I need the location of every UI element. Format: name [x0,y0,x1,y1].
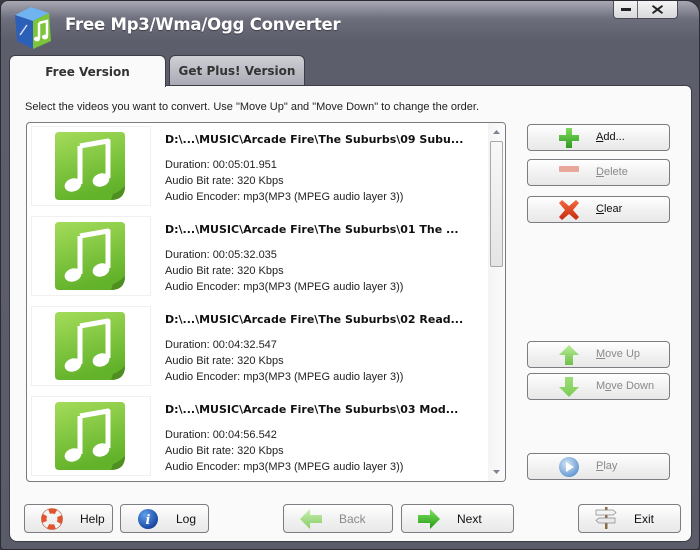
clear-label: Clear [596,203,623,215]
tab-get-plus-version[interactable]: Get Plus! Version [169,55,305,86]
x-icon [556,199,582,221]
move-up-label: Move Up [596,348,641,360]
minimize-icon [620,7,631,11]
clear-button[interactable]: Clear [527,196,670,223]
file-bitrate: Audio Bit rate: 320 Kbps [165,265,284,277]
app-logo-icon [9,5,59,51]
minimize-button[interactable] [614,1,637,18]
scroll-up-button[interactable] [488,124,505,140]
tab-label: Get Plus! Version [178,63,296,78]
play-label: Play [596,460,618,472]
arrow-left-icon [298,508,324,530]
back-label: Back [339,512,366,526]
window-controls [613,1,678,19]
back-button[interactable]: Back [283,504,393,533]
file-encoder: Audio Encoder: mp3(MP3 (MPEG audio layer… [165,371,404,383]
file-duration: Duration: 00:05:32.035 [165,249,277,261]
tab-label: Free Version [45,64,130,79]
scrollbar-thumb[interactable] [490,141,503,267]
add-button[interactable]: Add... [527,124,670,151]
file-bitrate: Audio Bit rate: 320 Kbps [165,175,284,187]
music-note-icon [31,216,151,296]
close-button[interactable] [637,1,677,18]
chevron-down-icon [493,470,500,474]
log-label: Log [176,512,197,526]
exit-label: Exit [634,512,655,526]
list-item[interactable]: D:\...\MUSIC\Arcade Fire\The Suburbs\09 … [27,123,487,213]
delete-button[interactable]: Delete [527,159,670,186]
music-note-icon [31,396,151,476]
next-button[interactable]: Next [401,504,514,533]
add-label: Add... [596,131,625,143]
file-encoder: Audio Encoder: mp3(MP3 (MPEG audio layer… [165,281,404,293]
log-button[interactable]: i Log [120,504,209,533]
minus-icon [556,158,582,180]
move-down-label: Move Down [596,380,655,392]
info-icon: i [135,508,161,530]
music-note-icon [31,306,151,386]
file-path: D:\...\MUSIC\Arcade Fire\The Suburbs\02 … [165,313,464,326]
arrow-down-icon [556,376,582,398]
move-down-button[interactable]: Move Down [527,373,670,400]
list-item[interactable]: D:\...\MUSIC\Arcade Fire\The Suburbs\02 … [27,303,487,393]
scroll-down-button[interactable] [488,464,505,480]
help-label: Help [80,512,105,526]
vertical-scrollbar[interactable] [488,123,505,481]
window-title: Free Mp3/Wma/Ogg Converter [65,15,341,34]
file-path: D:\...\MUSIC\Arcade Fire\The Suburbs\01 … [165,223,459,236]
file-encoder: Audio Encoder: mp3(MP3 (MPEG audio layer… [165,191,404,203]
file-bitrate: Audio Bit rate: 320 Kbps [165,355,284,367]
list-item[interactable]: D:\...\MUSIC\Arcade Fire\The Suburbs\03 … [27,393,487,481]
signpost-icon [593,507,619,529]
chevron-up-icon [493,130,500,134]
next-label: Next [457,512,482,526]
file-duration: Duration: 00:04:56.542 [165,429,277,441]
main-panel: Select the videos you want to convert. U… [9,85,692,542]
file-duration: Duration: 00:04:32.547 [165,339,277,351]
arrow-up-icon [556,344,582,366]
move-up-button[interactable]: Move Up [527,341,670,368]
file-path: D:\...\MUSIC\Arcade Fire\The Suburbs\03 … [165,403,459,416]
plus-icon [556,127,582,149]
lifebuoy-icon [39,508,65,530]
file-bitrate: Audio Bit rate: 320 Kbps [165,445,284,457]
play-icon [556,456,582,478]
music-note-icon [31,126,151,206]
delete-label: Delete [596,166,628,178]
svg-text:i: i [146,513,151,528]
file-encoder: Audio Encoder: mp3(MP3 (MPEG audio layer… [165,461,404,473]
file-path: D:\...\MUSIC\Arcade Fire\The Suburbs\09 … [165,133,464,146]
list-item[interactable]: D:\...\MUSIC\Arcade Fire\The Suburbs\01 … [27,213,487,303]
file-duration: Duration: 00:05:01.951 [165,159,277,171]
file-list[interactable]: D:\...\MUSIC\Arcade Fire\The Suburbs\09 … [26,122,506,482]
arrow-right-icon [416,508,442,530]
help-button[interactable]: Help [24,504,113,533]
close-icon [652,5,663,14]
instructions-text: Select the videos you want to convert. U… [25,101,480,113]
exit-button[interactable]: Exit [578,504,681,533]
app-window: Free Mp3/Wma/Ogg Converter Free Version … [0,0,700,550]
tab-free-version[interactable]: Free Version [9,55,166,87]
play-button[interactable]: Play [527,453,670,480]
